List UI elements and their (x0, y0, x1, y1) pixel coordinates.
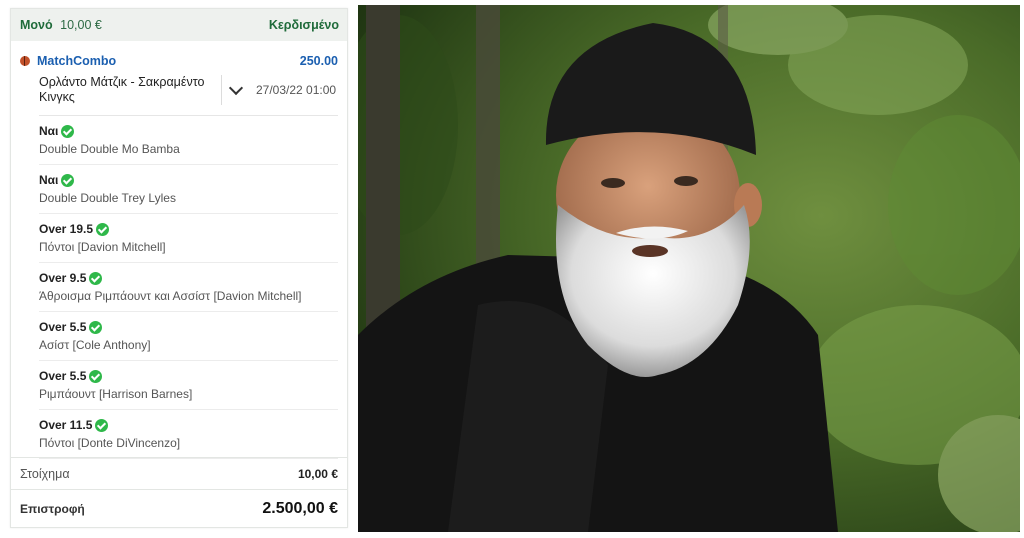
selection-pick: Over 19.5 (39, 222, 94, 236)
selection-market: Πόντοι [Davion Mitchell] (39, 240, 166, 254)
header-stake: 10,00 € (60, 18, 102, 32)
selection-market: Άθροισμα Ριμπάουντ και Ασσίστ [Davion Mi… (39, 289, 302, 303)
selection-item: Over 9.5 Άθροισμα Ριμπάουντ και Ασσίστ [D… (39, 263, 338, 312)
check-circle-icon (89, 369, 103, 383)
selection-market: Double Double Trey Lyles (39, 191, 176, 205)
selection-market: Πόντοι [Donte DiVincenzo] (39, 436, 181, 450)
check-circle-icon (95, 418, 109, 432)
photo-monk-portrait (358, 5, 1020, 532)
selection-item: Over 5.5 Ριμπάουντ [Harrison Barnes] (39, 361, 338, 410)
selection-item: Over 5.5 Ασίστ [Cole Anthony] (39, 312, 338, 361)
selection-item: Ναι Double Double Mo Bamba (39, 116, 338, 165)
selection-pick: Ναι (39, 173, 59, 187)
combo-odds: 250.00 (299, 54, 338, 68)
selection-item: Over 11.5 Πόντοι [Donte DiVincenzo] (39, 410, 338, 459)
check-circle-icon (89, 271, 103, 285)
return-label: Επιστροφή (20, 501, 85, 516)
selection-pick: Over 9.5 (39, 271, 87, 285)
selection-market: Double Double Mo Bamba (39, 142, 180, 156)
combo-name: MatchCombo (37, 54, 117, 68)
return-row: Επιστροφή 2.500,00 € (11, 489, 347, 527)
selection-market: Ασίστ [Cole Anthony] (39, 338, 151, 352)
combo-row: MatchCombo 250.00 (11, 41, 347, 71)
status-badge: Κερδισμένο (268, 18, 339, 32)
bet-type: Μονό (20, 18, 53, 32)
selection-pick: Over 5.5 (39, 369, 87, 383)
expand-toggle-button[interactable] (221, 75, 250, 105)
selection-market: Ριμπάουντ [Harrison Barnes] (39, 387, 193, 401)
stake-row: Στοίχημα 10,00 € (11, 457, 347, 489)
selection-item: Over 19.5 Πόντοι [Davion Mitchell] (39, 214, 338, 263)
slip-header: Μονό 10,00 € Κερδισμένο (11, 9, 347, 41)
stake-label: Στοίχημα (20, 466, 70, 481)
portrait-image (358, 5, 1020, 532)
event-date: 27/03/22 01:00 (256, 83, 337, 97)
check-circle-icon (61, 173, 75, 187)
selection-item: Ναι Double Double Trey Lyles (39, 165, 338, 214)
check-circle-icon (61, 124, 75, 138)
selection-list: Ναι Double Double Mo Bamba Ναι Double Doubl… (11, 116, 347, 459)
selection-pick: Over 5.5 (39, 320, 87, 334)
chevron-down-icon (228, 80, 244, 95)
event-name: Ορλάντο Μάτζικ - Σακραμέντο Κινγκς (39, 75, 205, 104)
check-circle-icon (89, 320, 103, 334)
selection-pick: Over 11.5 (39, 418, 93, 432)
check-circle-icon (96, 222, 110, 236)
bet-slip: Μονό 10,00 € Κερδισμένο MatchCombo 250.0… (10, 8, 348, 528)
selection-pick: Ναι (39, 124, 59, 138)
basketball-icon (20, 56, 30, 66)
event-row: Ορλάντο Μάτζικ - Σακραμέντο Κινγκς 27/03… (39, 71, 338, 116)
slip-footer: Στοίχημα 10,00 € Επιστροφή 2.500,00 € (11, 457, 347, 527)
stake-value: 10,00 € (297, 466, 338, 481)
return-value: 2.500,00 € (262, 499, 338, 517)
